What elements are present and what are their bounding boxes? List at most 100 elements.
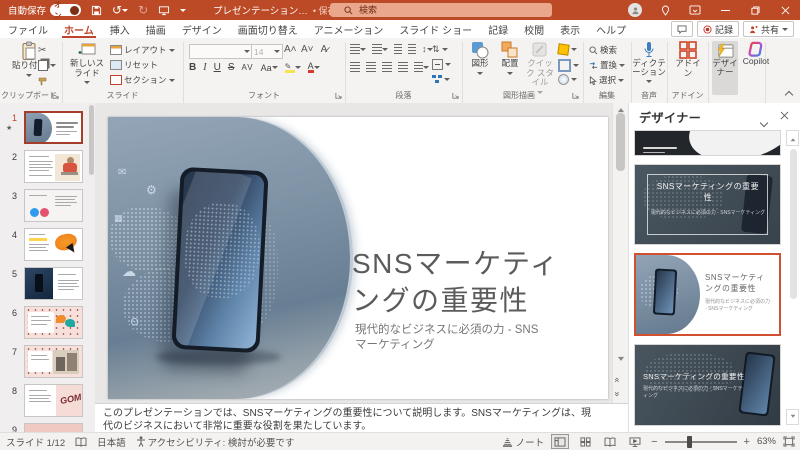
shape-fill-button[interactable] [558, 44, 577, 55]
new-slide-button[interactable]: 新しいスライド [68, 41, 106, 87]
find-button[interactable]: 検索 [589, 44, 617, 56]
qat-more-icon[interactable] [180, 9, 186, 15]
font-color-button[interactable]: A [308, 62, 320, 73]
slide-title[interactable]: SNSマーケティ ングの重要性 [352, 245, 602, 319]
shape-outline-button[interactable] [558, 59, 579, 72]
replace-button[interactable]: 置換 [589, 59, 625, 71]
zoom-out-button[interactable]: − [651, 436, 657, 448]
align-left-button[interactable] [350, 62, 360, 72]
design-variant-2[interactable]: SNSマーケティングの重要性 現代的なビジネスに必須の力 - SNSマーケティン… [634, 164, 781, 245]
format-painter-button[interactable] [38, 76, 48, 86]
slide-8-thumbnail[interactable]: GOM [24, 384, 83, 417]
tab-transitions[interactable]: 画面切り替え [230, 20, 306, 38]
designer-scrollbar-thumb[interactable] [790, 149, 797, 299]
quick-styles-button[interactable]: クイック スタイル [524, 41, 556, 97]
copy-button[interactable] [38, 60, 56, 71]
tab-view[interactable]: 表示 [552, 20, 588, 38]
bullets-button[interactable] [350, 44, 366, 54]
thumbnail-row-9[interactable]: 9 [0, 423, 95, 432]
line-spacing-button[interactable]: ↕ [422, 44, 433, 54]
normal-view-button[interactable] [551, 434, 569, 449]
slide-4-thumbnail[interactable] [24, 228, 83, 261]
thumbnail-row-8[interactable]: 8 GOM [0, 384, 95, 421]
slide-1-thumbnail[interactable] [24, 111, 83, 144]
comments-button[interactable] [671, 21, 693, 37]
collapse-ribbon-button[interactable] [786, 90, 792, 100]
convert-smartart-button[interactable] [432, 74, 450, 84]
designer-scroll-down-button[interactable] [786, 409, 799, 425]
font-size-combo[interactable]: 14 [251, 44, 283, 59]
font-dialog-launcher[interactable] [335, 92, 343, 100]
redo-button[interactable]: ↻ [138, 4, 148, 16]
design-variant-1[interactable] [634, 130, 781, 156]
tab-home[interactable]: ホーム [56, 20, 102, 38]
align-right-button[interactable] [382, 62, 392, 72]
accessibility-status[interactable]: アクセシビリティ: 検討が必要です [148, 435, 295, 449]
scroll-down-icon[interactable] [617, 356, 625, 365]
scroll-up-icon[interactable] [617, 104, 625, 113]
text-direction-button[interactable]: ⇅ [432, 44, 448, 55]
ribbon-display-options-icon[interactable] [680, 0, 710, 20]
cut-button[interactable]: ✂ [38, 45, 46, 56]
fit-to-window-button[interactable] [783, 436, 795, 447]
highlight-color-button[interactable]: ✎ [285, 62, 301, 73]
pin-icon[interactable] [650, 0, 680, 20]
bold-button[interactable]: B [189, 62, 196, 73]
slide-5-thumbnail[interactable] [24, 267, 83, 300]
addins-button[interactable]: アドイン [672, 41, 704, 78]
save-icon[interactable] [91, 5, 102, 16]
document-title[interactable]: プレゼンテーション… [213, 3, 308, 17]
decrease-indent-button[interactable] [394, 44, 402, 54]
language-indicator[interactable]: 日本語 [97, 435, 126, 449]
tab-slideshow[interactable]: スライド ショー [391, 20, 480, 38]
copilot-button[interactable]: Copilot [740, 41, 772, 67]
search-input[interactable] [357, 4, 511, 16]
current-slide[interactable]: ✉ ⚙ $ ▦ ☁ ⊙ SNSマーケティ ングの重要性 現代的なビジネスに必須の… [108, 117, 608, 399]
minimize-button[interactable] [710, 0, 740, 20]
slide-scrollbar-thumb[interactable] [616, 113, 625, 171]
increase-indent-button[interactable] [408, 44, 416, 54]
align-text-button[interactable] [432, 59, 451, 70]
italic-button[interactable]: I [203, 62, 206, 73]
paragraph-dialog-launcher[interactable] [452, 92, 460, 100]
char-spacing-button[interactable]: AV [241, 63, 253, 72]
drawing-dialog-launcher[interactable] [572, 92, 580, 100]
share-button[interactable]: 共有 [743, 21, 794, 37]
thumbnail-row-7[interactable]: 7 [0, 345, 95, 382]
zoom-slider[interactable] [665, 441, 737, 443]
thumbnail-row-2[interactable]: 2 [0, 150, 95, 187]
tab-animations[interactable]: アニメーション [306, 20, 392, 38]
tab-insert[interactable]: 挿入 [102, 20, 138, 38]
accessibility-icon[interactable] [136, 436, 146, 447]
maximize-button[interactable] [740, 0, 770, 20]
zoom-in-button[interactable]: + [744, 436, 750, 448]
undo-button[interactable]: ↺ [112, 4, 128, 16]
strikethrough-button[interactable]: S [228, 62, 235, 73]
slide-sorter-view-button[interactable] [576, 434, 594, 449]
notes-toggle-button[interactable]: ノート [502, 435, 545, 449]
dictate-button[interactable]: ディクテーション [634, 41, 664, 86]
designer-close-icon[interactable] [780, 111, 789, 120]
search-box[interactable] [330, 3, 552, 17]
decrease-font-button[interactable]: A˅ [301, 44, 313, 55]
thumbnail-row-3[interactable]: 3 [0, 189, 95, 226]
designer-collapse-icon[interactable] [761, 113, 767, 131]
tab-design[interactable]: デザイン [174, 20, 230, 38]
clipboard-dialog-launcher[interactable] [52, 92, 60, 100]
tab-draw[interactable]: 描画 [138, 20, 174, 38]
change-case-button[interactable]: Aa [261, 63, 278, 73]
design-variant-4[interactable]: SNSマーケティングの重要性 現代的なビジネスに必須の力 - SNSマーケティン… [634, 344, 781, 426]
record-button[interactable]: 記録 [697, 21, 739, 37]
slide-indicator[interactable]: スライド 1/12 [6, 435, 65, 449]
slideshow-view-button[interactable] [626, 434, 644, 449]
design-variant-3-selected[interactable]: SNSマーケティ ングの重要性 現代的なビジネスに必須の力 - SNSマーケティ… [634, 253, 781, 336]
next-slide-button[interactable]: » [615, 384, 620, 402]
thumbnail-row-1[interactable]: 1 ★ [0, 111, 95, 148]
tab-help[interactable]: ヘルプ [588, 20, 634, 38]
close-button[interactable] [770, 0, 800, 20]
slide-9-thumbnail[interactable] [24, 423, 83, 432]
layout-button[interactable]: レイアウト [110, 44, 175, 56]
zoom-slider-thumb[interactable] [687, 436, 692, 448]
select-button[interactable]: 選択 [589, 74, 624, 86]
tab-review[interactable]: 校閲 [516, 20, 552, 38]
